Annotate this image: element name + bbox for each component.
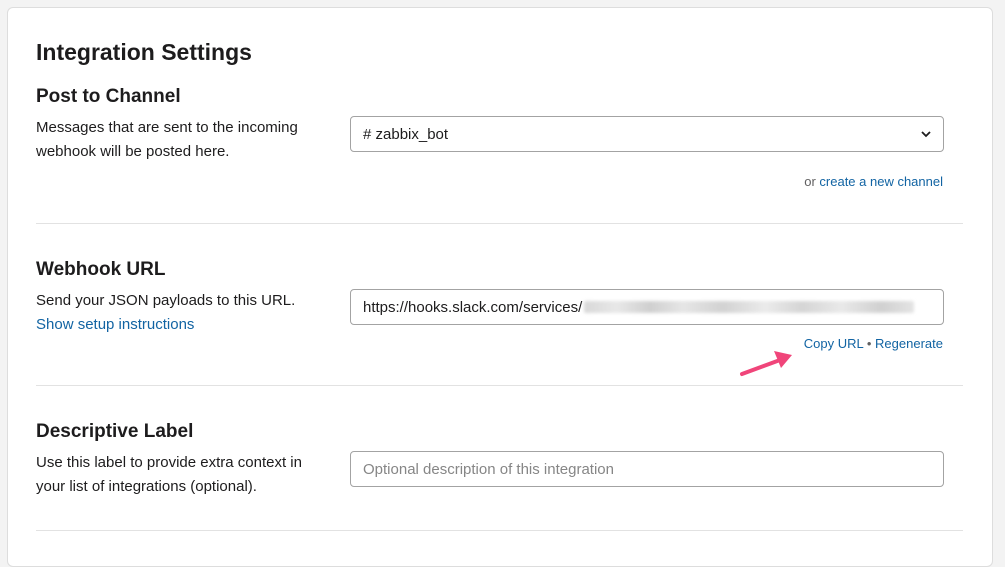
create-channel-link[interactable]: create a new channel [819, 174, 943, 189]
selected-channel: # zabbix_bot [363, 125, 449, 143]
page-title: Integration Settings [36, 39, 252, 65]
post-to-channel-heading: Post to Channel [36, 86, 181, 107]
or-text: or [804, 174, 816, 189]
copy-url-link[interactable]: Copy URL [804, 336, 863, 351]
webhook-url-field[interactable]: https://hooks.slack.com/services/ [350, 289, 944, 325]
section-divider [36, 385, 963, 386]
descriptive-label-description: Use this label to provide extra context … [36, 454, 302, 495]
integration-settings-card: Integration Settings Post to Channel Mes… [7, 7, 993, 567]
chevron-down-icon [921, 127, 931, 141]
descriptive-label-input[interactable]: Optional description of this integration [350, 451, 944, 487]
setup-instructions-link[interactable]: Show setup instructions [36, 313, 194, 337]
url-actions-row: Copy URL • Regenerate [804, 336, 943, 351]
webhook-url-heading: Webhook URL [36, 259, 166, 280]
section-divider [36, 223, 963, 224]
webhook-url-description: Send your JSON payloads to this URL. [36, 292, 296, 309]
create-channel-row: or create a new channel [804, 174, 943, 189]
channel-select[interactable]: # zabbix_bot [350, 116, 944, 152]
descriptive-label-heading: Descriptive Label [36, 421, 194, 442]
regenerate-link[interactable]: Regenerate [875, 336, 943, 351]
post-to-channel-description: Messages that are sent to the incoming w… [36, 119, 298, 160]
descriptive-label-placeholder: Optional description of this integration [363, 460, 614, 478]
section-divider [36, 530, 963, 531]
webhook-url-value: https://hooks.slack.com/services/ [363, 298, 583, 316]
separator-dot: • [866, 336, 872, 351]
pink-arrow-icon [740, 351, 792, 376]
redacted-token [584, 301, 915, 313]
